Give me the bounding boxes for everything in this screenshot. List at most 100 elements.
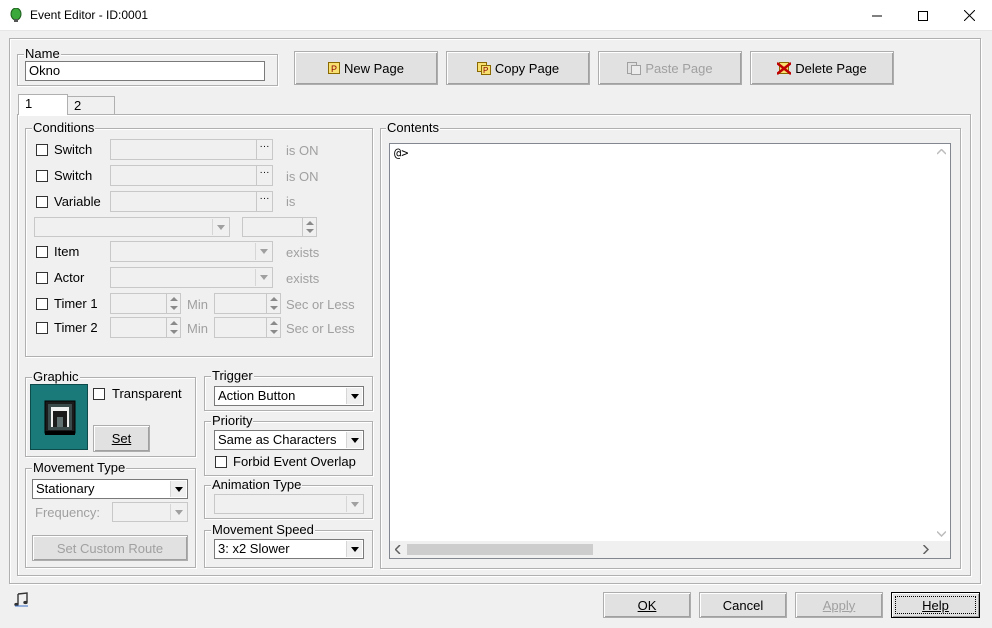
chevron-down-icon bbox=[346, 496, 362, 512]
frequency-dropdown[interactable] bbox=[112, 502, 188, 522]
name-value: Okno bbox=[29, 63, 61, 78]
switch1-browse-button[interactable]: ··· bbox=[256, 140, 272, 159]
graphic-preview[interactable] bbox=[30, 384, 88, 450]
cancel-label: Cancel bbox=[722, 597, 764, 613]
chevron-down-icon bbox=[170, 504, 186, 520]
delete-page-button[interactable]: Delete Page bbox=[750, 51, 894, 85]
tab-page-1-label: 1 bbox=[25, 96, 33, 111]
conditions-label: Conditions bbox=[32, 120, 96, 135]
help-button[interactable]: Help bbox=[891, 592, 980, 618]
horizontal-scrollbar[interactable] bbox=[390, 541, 950, 558]
switch2-checkbox[interactable] bbox=[36, 170, 48, 182]
forbid-overlap-label: Forbid Event Overlap bbox=[233, 454, 356, 469]
command-line[interactable]: @> bbox=[394, 146, 408, 160]
close-button[interactable] bbox=[946, 0, 992, 31]
movement-type-dropdown[interactable]: Stationary bbox=[32, 479, 188, 499]
chevron-down-icon bbox=[170, 481, 186, 497]
variable-value-stepper[interactable] bbox=[242, 217, 317, 237]
variable-field[interactable]: ··· bbox=[110, 191, 273, 212]
animation-type-dropdown[interactable] bbox=[214, 494, 364, 514]
spinner-icon[interactable] bbox=[166, 294, 180, 313]
spinner-icon[interactable] bbox=[266, 294, 280, 313]
timer1-label: Timer 1 bbox=[54, 296, 98, 311]
switch1-label: Switch bbox=[54, 142, 93, 157]
svg-text:P: P bbox=[483, 66, 488, 75]
switch1-field[interactable]: ··· bbox=[110, 139, 273, 160]
actor-suffix: exists bbox=[286, 271, 320, 286]
timer1-min-stepper[interactable] bbox=[110, 293, 181, 314]
tab-page-2[interactable]: 2 bbox=[67, 96, 115, 115]
chevron-down-icon bbox=[346, 541, 362, 557]
chevron-down-icon bbox=[346, 432, 362, 448]
actor-checkbox[interactable] bbox=[36, 272, 48, 284]
movement-type-value: Stationary bbox=[36, 481, 95, 496]
scroll-up-icon[interactable] bbox=[937, 149, 946, 155]
paste-page-label: Paste Page bbox=[645, 60, 713, 76]
item-dropdown[interactable] bbox=[110, 241, 273, 262]
variable-checkbox[interactable] bbox=[36, 196, 48, 208]
animation-type-label: Animation Type bbox=[211, 477, 303, 492]
set-graphic-button[interactable]: Set bbox=[93, 425, 150, 452]
actor-dropdown[interactable] bbox=[110, 267, 273, 288]
scroll-left-icon[interactable] bbox=[395, 545, 401, 554]
timer1-sec-stepper[interactable] bbox=[214, 293, 281, 314]
graphic-label: Graphic bbox=[32, 369, 80, 384]
timer2-sec-label: Sec or Less bbox=[286, 321, 355, 336]
event-command-list[interactable]: @> bbox=[389, 143, 951, 559]
timer2-checkbox[interactable] bbox=[36, 322, 48, 334]
timer2-min-stepper[interactable] bbox=[110, 317, 181, 338]
spinner-icon[interactable] bbox=[266, 318, 280, 337]
new-page-button[interactable]: P New Page bbox=[294, 51, 438, 85]
copy-page-button[interactable]: P Copy Page bbox=[446, 51, 590, 85]
switch2-label: Switch bbox=[54, 168, 93, 183]
title-bar[interactable]: Event Editor - ID:0001 bbox=[0, 0, 992, 31]
close-icon bbox=[963, 10, 975, 21]
actor-label: Actor bbox=[54, 270, 85, 285]
timer2-sec-stepper[interactable] bbox=[214, 317, 281, 338]
music-note-icon[interactable] bbox=[14, 592, 29, 607]
movement-speed-dropdown[interactable]: 3: x2 Slower bbox=[214, 539, 364, 559]
window-sprite-icon bbox=[44, 400, 76, 435]
item-checkbox[interactable] bbox=[36, 246, 48, 258]
trigger-dropdown[interactable]: Action Button bbox=[214, 386, 364, 406]
ok-button[interactable]: OK bbox=[603, 592, 691, 618]
priority-dropdown[interactable]: Same as Characters bbox=[214, 430, 364, 450]
copy-page-label: Copy Page bbox=[494, 60, 560, 76]
priority-value: Same as Characters bbox=[218, 432, 337, 447]
forbid-overlap-checkbox[interactable] bbox=[215, 456, 227, 468]
set-graphic-label: Set bbox=[111, 431, 132, 446]
spinner-icon[interactable] bbox=[302, 218, 316, 236]
delete-page-label: Delete Page bbox=[795, 60, 867, 76]
transparent-checkbox[interactable] bbox=[93, 388, 105, 400]
spinner-icon[interactable] bbox=[166, 318, 180, 337]
cancel-button[interactable]: Cancel bbox=[699, 592, 787, 618]
vertical-scrollbar[interactable] bbox=[933, 144, 950, 543]
item-suffix: exists bbox=[286, 245, 320, 260]
variable-operator-dropdown[interactable] bbox=[34, 217, 230, 237]
movement-speed-value: 3: x2 Slower bbox=[218, 541, 290, 556]
apply-button[interactable]: Apply bbox=[795, 592, 883, 618]
new-page-label: New Page bbox=[344, 60, 404, 76]
minimize-button[interactable] bbox=[854, 0, 900, 31]
movement-speed-label: Movement Speed bbox=[211, 522, 315, 537]
switch1-checkbox[interactable] bbox=[36, 144, 48, 156]
name-label: Name bbox=[24, 46, 61, 61]
variable-browse-button[interactable]: ··· bbox=[256, 192, 272, 211]
apply-label: Apply bbox=[822, 597, 856, 613]
switch2-browse-button[interactable]: ··· bbox=[256, 166, 272, 185]
switch2-field[interactable]: ··· bbox=[110, 165, 273, 186]
set-custom-route-button[interactable]: Set Custom Route bbox=[32, 535, 188, 561]
timer1-checkbox[interactable] bbox=[36, 298, 48, 310]
paste-page-button[interactable]: Paste Page bbox=[598, 51, 742, 85]
focus-rect bbox=[895, 596, 976, 614]
scroll-right-icon[interactable] bbox=[923, 545, 929, 554]
frequency-label: Frequency: bbox=[35, 505, 101, 520]
maximize-button[interactable] bbox=[900, 0, 946, 31]
paste-page-icon bbox=[627, 61, 642, 75]
new-page-icon: P bbox=[328, 62, 340, 74]
minimize-icon bbox=[872, 15, 882, 16]
name-input[interactable]: Okno bbox=[25, 61, 265, 81]
scroll-down-icon[interactable] bbox=[937, 531, 946, 537]
horizontal-scroll-thumb[interactable] bbox=[407, 544, 593, 555]
tab-page-1[interactable]: 1 bbox=[18, 94, 68, 115]
